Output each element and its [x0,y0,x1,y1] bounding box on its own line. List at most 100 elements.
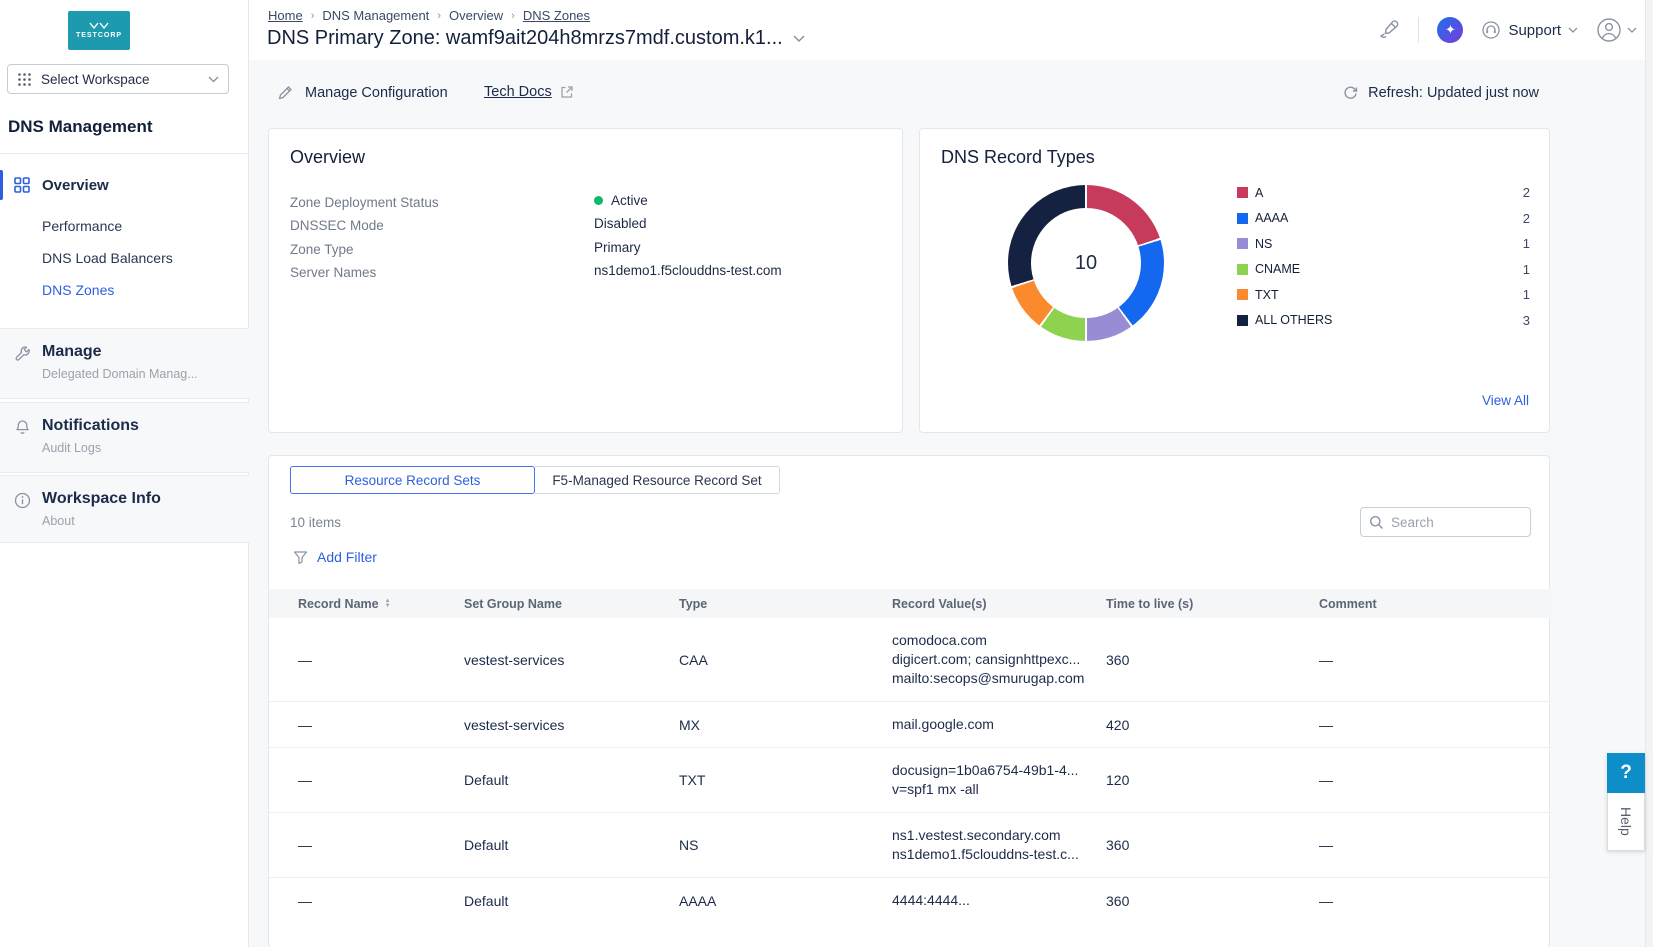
search-icon [1369,515,1384,530]
set-group-name-cell: Default [464,878,679,924]
sidebar-section-notifications[interactable]: Notifications Audit Logs [0,402,249,473]
sidebar-section-sub: Audit Logs [42,441,101,455]
chevron-down-icon [1627,27,1637,34]
table-row[interactable]: —DefaultNSns1.vestest.secondary.comns1de… [269,813,1551,878]
search-box[interactable] [1360,507,1531,537]
type-cell: TXT [679,748,892,813]
legend-swatch [1237,187,1248,198]
help-widget[interactable]: ? Help [1607,753,1645,851]
info-icon [14,492,31,509]
legend-label: TXT [1255,288,1523,302]
sort-icon[interactable]: ▲▼ [385,599,391,609]
sidebar-divider [0,153,249,154]
account-icon [1596,17,1622,43]
breadcrumb-dns-zones[interactable]: DNS Zones [523,8,590,23]
legend-label: A [1255,186,1523,200]
sidebar-item-performance[interactable]: Performance [42,218,122,234]
breadcrumb-overview[interactable]: Overview [449,8,503,23]
manage-configuration-button[interactable]: Manage Configuration [277,84,448,101]
breadcrumb-dns-management[interactable]: DNS Management [322,8,429,23]
legend-label: NS [1255,237,1523,251]
sidebar-item-dns-zones[interactable]: DNS Zones [42,282,114,298]
support-headset-icon [1481,20,1501,40]
legend-row: ALL OTHERS 3 [1237,312,1530,329]
record-values-cell: comodoca.comdigicert.com; cansignhttpexc… [892,618,1106,702]
legend-swatch [1237,213,1248,224]
record-value-line: mail.google.com [892,715,1092,734]
overview-card-title: Overview [290,147,365,168]
sidebar-section-label: Notifications [42,417,139,435]
sidebar-section-sub: About [42,514,75,528]
record-values-cell: mail.google.com [892,702,1106,748]
tab-resource-record-sets[interactable]: Resource Record Sets [290,466,535,494]
title-chevron-down-icon[interactable] [793,35,805,43]
record-types-donut-chart: 10 [1008,185,1164,341]
column-header-ttl: Time to live (s) [1106,589,1319,618]
table-row[interactable]: —vestest-servicesCAAcomodoca.comdigicert… [269,618,1551,702]
table-row[interactable]: —vestest-servicesMXmail.google.com420— [269,702,1551,748]
record-name-cell: — [269,702,464,748]
ttl-cell: 360 [1106,813,1319,878]
record-name-cell: — [269,618,464,702]
company-logo: TESTCORP [68,11,130,50]
top-bar: Home › DNS Management › Overview › DNS Z… [249,0,1653,60]
sidebar-item-dns-load-balancers[interactable]: DNS Load Balancers [42,250,173,266]
record-value-line: 4444:4444... [892,891,1092,910]
column-header-comment: Comment [1319,589,1551,618]
breadcrumb-separator: › [437,10,441,22]
records-tabs: Resource Record Sets F5-Managed Resource… [290,466,780,494]
ttl-cell: 360 [1106,618,1319,702]
sidebar-section-workspace-info[interactable]: Workspace Info About [0,475,249,543]
column-header-record-name[interactable]: Record Name▲▼ [269,589,464,618]
comment-cell: — [1319,813,1551,878]
logo-text: TESTCORP [76,32,122,39]
zone-type-value: Primary [594,240,641,255]
support-label: Support [1508,22,1561,39]
help-question-button[interactable]: ? [1607,753,1645,793]
sidebar-item-overview[interactable]: Overview [0,170,249,200]
resource-records-panel: Resource Record Sets F5-Managed Resource… [268,455,1550,947]
view-all-link[interactable]: View All [1482,393,1529,408]
field-label: Zone Deployment Status [290,195,439,210]
field-label: Zone Type [290,242,354,257]
table-row[interactable]: —DefaultTXTdocusign=1b0a6754-49b1-4...v=… [269,748,1551,813]
theme-paintbrush-button[interactable] [1378,19,1400,41]
tab-f5-managed-resource-record-set[interactable]: F5-Managed Resource Record Set [535,466,780,494]
legend-label: AAAA [1255,211,1523,225]
record-name-cell: — [269,813,464,878]
sidebar-item-label: Overview [42,177,109,194]
search-input[interactable] [1391,515,1511,530]
comment-cell: — [1319,748,1551,813]
set-group-name-cell: Default [464,748,679,813]
record-value-line: v=spf1 mx -all [892,780,1092,799]
sidebar-section-label: Workspace Info [42,490,161,508]
add-filter-button[interactable]: Add Filter [293,549,377,565]
record-types-card-title: DNS Record Types [941,147,1095,168]
tech-docs-link[interactable]: Tech Docs [484,84,574,100]
dnssec-mode-value: Disabled [594,216,647,231]
chart-legend: A 2 AAAA 2 NS 1 CNAME 1 TXT 1 [1237,184,1530,337]
legend-label: CNAME [1255,262,1523,276]
server-names-value: ns1demo1.f5clouddns-test.com [594,263,782,278]
breadcrumb-home[interactable]: Home [268,8,303,23]
scrollbar-track[interactable] [1645,0,1653,947]
support-menu[interactable]: Support [1481,20,1578,40]
workspace-selector[interactable]: Select Workspace [7,64,229,94]
pencil-icon [277,84,294,101]
logo-wings-icon [89,22,109,30]
record-name-cell: — [269,748,464,813]
app-root: TESTCORP Select Workspace DNS Management [0,0,1653,947]
account-menu[interactable] [1596,17,1637,43]
grid-dots-icon [17,72,32,87]
legend-count: 1 [1523,262,1530,277]
ai-assistant-button[interactable]: ✦ [1437,17,1463,43]
table-row[interactable]: —DefaultAAAA4444:4444...360— [269,878,1551,924]
record-values-cell: ns1.vestest.secondary.comns1demo1.f5clou… [892,813,1106,878]
column-header-type: Type [679,589,892,618]
sidebar-section-manage[interactable]: Manage Delegated Domain Manag... [0,328,249,399]
record-values-cell: 4444:4444... [892,878,1106,924]
ttl-cell: 360 [1106,878,1319,924]
help-label-tab[interactable]: Help [1607,793,1645,851]
refresh-button[interactable]: Refresh: Updated just now [1342,84,1539,101]
status-dot-active [594,196,603,205]
